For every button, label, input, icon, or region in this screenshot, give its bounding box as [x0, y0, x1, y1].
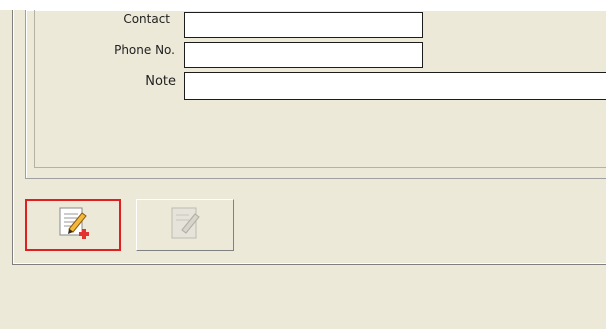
- contact-field[interactable]: [184, 12, 423, 38]
- phone-field[interactable]: [184, 42, 423, 68]
- phone-label-text: Phone No.: [114, 43, 175, 57]
- note-field[interactable]: [184, 72, 606, 100]
- edit-disabled-icon: [165, 204, 205, 247]
- contact-label: Contact: [40, 12, 170, 32]
- edit-note-button[interactable]: [136, 199, 234, 251]
- contact-label-text: Contact: [123, 12, 170, 26]
- top-strip: [0, 0, 606, 10]
- note-label: Note: [40, 74, 176, 94]
- phone-label: Phone No.: [40, 43, 175, 63]
- edit-add-icon: [54, 205, 92, 246]
- add-note-button[interactable]: [25, 199, 121, 251]
- note-label-text: Note: [145, 74, 176, 89]
